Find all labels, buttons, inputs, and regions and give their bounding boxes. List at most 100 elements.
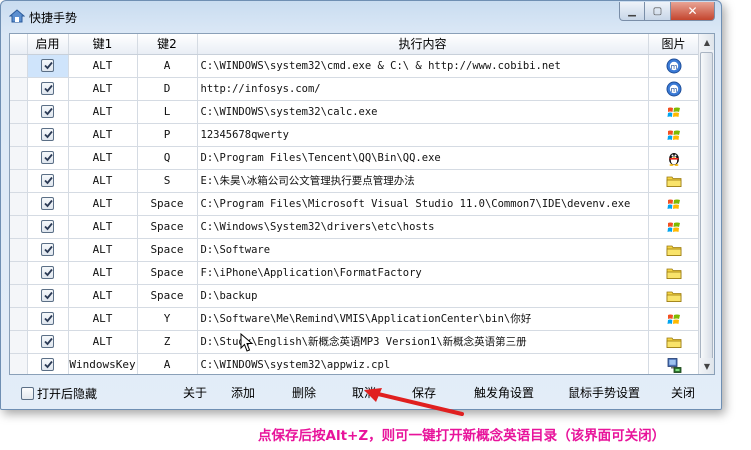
image-cell[interactable] [648, 192, 700, 216]
enabled-cell[interactable] [27, 284, 69, 308]
key2-cell[interactable]: Q [137, 146, 198, 170]
enabled-checkbox[interactable] [41, 197, 54, 211]
image-cell[interactable] [648, 307, 700, 331]
command-cell[interactable]: D:\Software [197, 238, 649, 262]
image-cell[interactable] [648, 353, 700, 374]
enabled-cell[interactable] [27, 54, 69, 78]
image-cell[interactable] [648, 100, 700, 124]
image-cell[interactable] [648, 238, 700, 262]
enabled-checkbox[interactable] [41, 266, 54, 280]
key2-cell[interactable]: Space [137, 192, 198, 216]
enabled-checkbox[interactable] [41, 82, 54, 96]
close-window-button[interactable]: ✕ [671, 2, 715, 21]
row-header[interactable] [10, 215, 28, 239]
command-cell[interactable]: http://infosys.com/ [197, 77, 649, 101]
row-header[interactable] [10, 307, 28, 331]
command-cell[interactable]: D:\Software\Me\Remind\VMIS\ApplicationCe… [197, 307, 649, 331]
table-row[interactable]: ALT Z D:\Study\English\新概念英语MP3 Version1\新… [10, 330, 700, 354]
key1-cell[interactable]: ALT [68, 238, 138, 262]
image-cell[interactable] [648, 330, 700, 354]
table-row[interactable]: ALT A C:\WINDOWS\system32\cmd.exe & C:\ & … [10, 54, 700, 78]
key2-cell[interactable]: Space [137, 215, 198, 239]
table-row[interactable]: ALT S E:\朱昊\冰箱公司公文管理执行要点管理办法 [10, 169, 700, 193]
table-row[interactable]: ALT L C:\WINDOWS\system32\calc.exe [10, 100, 700, 124]
command-cell[interactable]: C:\WINDOWS\system32\cmd.exe & C:\ & http… [197, 54, 649, 78]
table-row[interactable]: ALT Space D:\backup [10, 284, 700, 308]
image-cell[interactable]: m [648, 54, 700, 78]
image-cell[interactable] [648, 123, 700, 147]
about-button[interactable]: 关于 [183, 384, 207, 401]
key2-cell[interactable]: A [137, 54, 198, 78]
key1-cell[interactable]: ALT [68, 100, 138, 124]
table-row[interactable]: ALT Space C:\Program Files\Microsoft Visua… [10, 192, 700, 216]
command-cell[interactable]: C:\Windows\System32\drivers\etc\hosts [197, 215, 649, 239]
key2-cell[interactable]: P [137, 123, 198, 147]
key2-cell[interactable]: A [137, 353, 198, 374]
key2-cell[interactable]: Space [137, 261, 198, 285]
enabled-cell[interactable] [27, 146, 69, 170]
key2-cell[interactable]: D [137, 77, 198, 101]
image-cell[interactable] [648, 261, 700, 285]
enabled-cell[interactable] [27, 215, 69, 239]
command-cell[interactable]: D:\Program Files\Tencent\QQ\Bin\QQ.exe [197, 146, 649, 170]
scrollbar-thumb[interactable] [700, 52, 713, 370]
enabled-checkbox[interactable] [41, 105, 54, 119]
close-button[interactable]: 关闭 [671, 384, 695, 401]
add-button[interactable]: 添加 [231, 384, 255, 401]
key1-cell[interactable]: ALT [68, 123, 138, 147]
column-header-content[interactable]: 执行内容 [197, 34, 649, 55]
key1-cell[interactable]: ALT [68, 215, 138, 239]
enabled-checkbox[interactable] [41, 59, 54, 73]
key2-cell[interactable]: Space [137, 238, 198, 262]
title-bar[interactable]: 快捷手势 ▁ ▢ ✕ [1, 1, 721, 31]
key1-cell[interactable]: ALT [68, 54, 138, 78]
enabled-cell[interactable] [27, 261, 69, 285]
command-cell[interactable]: 12345678qwerty [197, 123, 649, 147]
enabled-checkbox[interactable] [41, 220, 54, 234]
table-row[interactable]: ALT Space D:\Software [10, 238, 700, 262]
scroll-down-button[interactable]: ▼ [699, 358, 714, 374]
row-header[interactable] [10, 169, 28, 193]
enabled-checkbox[interactable] [41, 174, 54, 188]
key2-cell[interactable]: L [137, 100, 198, 124]
key1-cell[interactable]: ALT [68, 192, 138, 216]
command-cell[interactable]: C:\WINDOWS\system32\appwiz.cpl [197, 353, 649, 374]
maximize-button[interactable]: ▢ [645, 2, 671, 21]
key1-cell[interactable]: ALT [68, 77, 138, 101]
key1-cell[interactable]: WindowsKey [68, 353, 138, 374]
enabled-cell[interactable] [27, 238, 69, 262]
mouse-gesture-settings-button[interactable]: 鼠标手势设置 [568, 384, 640, 401]
image-cell[interactable]: m [648, 77, 700, 101]
key1-cell[interactable]: ALT [68, 307, 138, 331]
column-header-enabled[interactable]: 启用 [27, 34, 69, 55]
enabled-cell[interactable] [27, 77, 69, 101]
enabled-checkbox[interactable] [41, 289, 54, 303]
row-header[interactable] [10, 146, 28, 170]
image-cell[interactable] [648, 284, 700, 308]
row-header[interactable] [10, 284, 28, 308]
key1-cell[interactable]: ALT [68, 330, 138, 354]
row-header[interactable] [10, 100, 28, 124]
column-header-key1[interactable]: 键1 [68, 34, 138, 55]
enabled-checkbox[interactable] [41, 335, 54, 349]
column-header-key2[interactable]: 键2 [137, 34, 198, 55]
row-header[interactable] [10, 353, 28, 374]
key1-cell[interactable]: ALT [68, 261, 138, 285]
table-row[interactable]: ALT Space C:\Windows\System32\drivers\etc\… [10, 215, 700, 239]
table-row[interactable]: ALT Dhttp://infosys.com/m [10, 77, 700, 101]
table-row[interactable]: ALT Y D:\Software\Me\Remind\VMIS\Applicati… [10, 307, 700, 331]
enabled-checkbox[interactable] [41, 312, 54, 326]
enabled-checkbox[interactable] [41, 243, 54, 257]
key2-cell[interactable]: Space [137, 284, 198, 308]
row-header[interactable] [10, 54, 28, 78]
command-cell[interactable]: C:\WINDOWS\system32\calc.exe [197, 100, 649, 124]
key1-cell[interactable]: ALT [68, 146, 138, 170]
trigger-corner-settings-button[interactable]: 触发角设置 [474, 384, 534, 401]
command-cell[interactable]: E:\朱昊\冰箱公司公文管理执行要点管理办法 [197, 169, 649, 193]
scroll-up-button[interactable]: ▲ [699, 34, 714, 50]
enabled-cell[interactable] [27, 353, 69, 374]
table-row[interactable]: ALT Space F:\iPhone\Application\FormatFact… [10, 261, 700, 285]
enabled-checkbox[interactable] [41, 358, 54, 372]
row-header[interactable] [10, 238, 28, 262]
image-cell[interactable] [648, 215, 700, 239]
